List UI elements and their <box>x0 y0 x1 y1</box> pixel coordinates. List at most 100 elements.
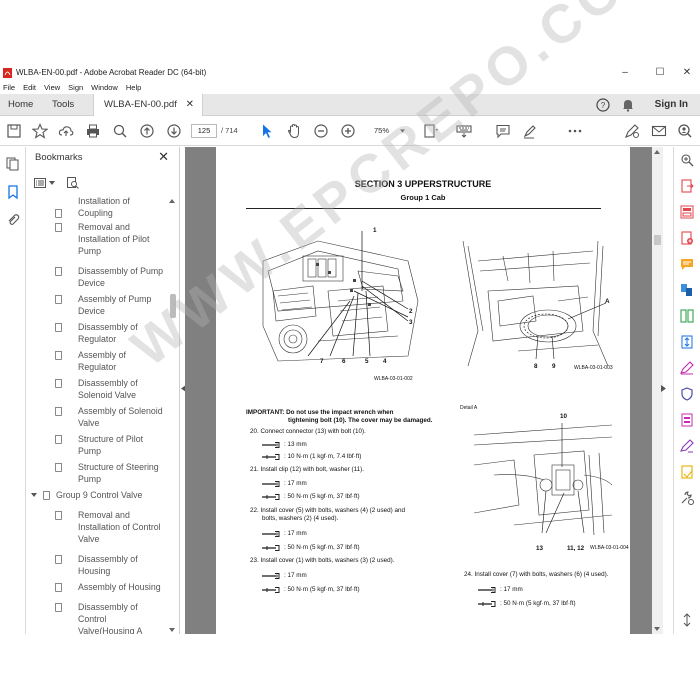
send-signature-icon[interactable] <box>680 439 694 453</box>
menu-sign[interactable]: Sign <box>68 83 83 92</box>
expand-right-panel-icon[interactable] <box>661 385 666 392</box>
zoom-out-icon[interactable] <box>313 123 329 139</box>
hand-tool-icon[interactable] <box>286 123 302 139</box>
compress-pdf-icon[interactable] <box>680 335 694 349</box>
bookmark-item[interactable]: Assembly of Pump Device <box>52 293 169 317</box>
bookmark-item[interactable]: Group 9 Control Valve <box>31 489 169 501</box>
menu-file[interactable]: File <box>3 83 15 92</box>
bookmark-item[interactable]: Disassembly of Solenoid Valve <box>52 377 169 401</box>
bookmarks-scrollbar[interactable] <box>169 197 176 634</box>
account-search-icon[interactable] <box>677 123 693 139</box>
callout-label: 13 <box>536 545 544 552</box>
bookmark-item[interactable]: Structure of Steering Pump <box>52 461 169 485</box>
search-tool-icon[interactable] <box>680 153 694 167</box>
previous-page-icon[interactable] <box>139 123 155 139</box>
bookmark-item[interactable]: Assembly of Regulator <box>52 349 169 373</box>
wrench-icon <box>262 573 280 579</box>
chevron-down-icon[interactable] <box>49 181 55 185</box>
keyboard-scroll-icon[interactable] <box>456 123 472 139</box>
tab-close-icon[interactable]: ✕ <box>186 94 194 116</box>
help-icon[interactable]: ? <box>595 97 611 113</box>
save-icon[interactable] <box>6 123 22 139</box>
more-tools-icon[interactable] <box>680 491 694 505</box>
collapse-tools-pane-icon[interactable] <box>680 613 694 627</box>
combine-files-icon[interactable] <box>680 283 694 297</box>
fit-page-icon[interactable] <box>423 123 439 139</box>
protect-shield-icon[interactable] <box>680 387 694 401</box>
export-pdf-icon[interactable] <box>680 179 694 193</box>
menu-edit[interactable]: Edit <box>23 83 36 92</box>
close-window-button[interactable]: ✕ <box>672 64 700 81</box>
bookmark-options-icon[interactable] <box>34 178 46 188</box>
bookmark-item[interactable]: Assembly of Solenoid Valve <box>52 405 169 429</box>
comment-icon[interactable] <box>495 123 511 139</box>
notification-bell-icon[interactable] <box>620 97 636 113</box>
callout-label: 2 <box>409 308 413 315</box>
scroll-up-arrow-icon[interactable] <box>654 150 660 154</box>
bookmarks-scroll-thumb[interactable] <box>170 294 176 318</box>
wrench-size: : 17 mm <box>284 480 307 487</box>
tab-document[interactable]: WLBA-EN-00.pdf ✕ <box>93 94 203 116</box>
torque-spec: : 50 N·m (5 kgf·m, 37 lbf·ft) <box>284 493 360 500</box>
callout-label: 4 <box>383 358 387 365</box>
maximize-button[interactable]: ☐ <box>645 64 675 81</box>
bookmark-icon <box>55 351 62 360</box>
sign-in-button[interactable]: Sign In <box>655 94 688 116</box>
bookmark-label: Group 9 Control Valve <box>56 490 143 500</box>
close-panel-icon[interactable]: ✕ <box>158 149 169 165</box>
fill-sign-icon[interactable] <box>624 123 640 139</box>
page-thumbnails-icon[interactable] <box>6 157 20 171</box>
tab-home[interactable]: Home <box>8 94 33 116</box>
attachments-paperclip-icon[interactable] <box>6 213 20 227</box>
bookmark-label: Valve <box>78 534 100 544</box>
bookmark-item[interactable]: Disassembly of Pump Device <box>52 265 169 289</box>
bookmark-item[interactable]: Assembly of Housing <box>52 581 169 593</box>
bookmark-item[interactable]: Disassembly of Control Valve(Housing A <box>52 601 169 634</box>
print-icon[interactable] <box>85 123 101 139</box>
step-text-continued: bolts, washers (2) (4 used). <box>262 515 339 522</box>
minimize-button[interactable]: – <box>610 64 640 81</box>
menu-help[interactable]: Help <box>126 83 141 92</box>
fill-sign-tool-icon[interactable] <box>680 361 694 375</box>
menu-view[interactable]: View <box>44 83 60 92</box>
group-title: Group 1 Cab <box>400 193 446 202</box>
zoom-search-icon[interactable] <box>112 123 128 139</box>
scroll-up-arrow-icon[interactable] <box>169 199 175 203</box>
bookmarks-panel-icon[interactable] <box>6 185 20 199</box>
highlight-pen-icon[interactable] <box>522 123 538 139</box>
tab-tools[interactable]: Tools <box>52 94 74 116</box>
document-scroll-thumb[interactable] <box>654 235 661 245</box>
find-bookmark-icon[interactable] <box>67 177 79 189</box>
scroll-down-arrow-icon[interactable] <box>169 628 175 632</box>
create-pdf-icon[interactable] <box>680 231 694 245</box>
torque-spec: : 50 N·m (5 kgf·m, 37 lbf·ft) <box>284 586 360 593</box>
bookmark-item[interactable]: Structure of Pilot Pump <box>52 433 169 457</box>
upload-cloud-icon[interactable] <box>58 123 74 139</box>
bookmark-icon <box>55 223 62 232</box>
next-page-icon[interactable] <box>166 123 182 139</box>
zoom-level-dropdown[interactable]: 75% <box>366 124 410 138</box>
edit-pdf-icon[interactable] <box>680 205 694 219</box>
bookmark-item[interactable]: Removal and Installation of Pilot Pump <box>52 221 169 257</box>
stamp-tool-icon[interactable] <box>680 465 694 479</box>
zoom-in-icon[interactable] <box>340 123 356 139</box>
figure-caption: WLBA-03-01-002 <box>374 376 413 382</box>
page-number-input[interactable]: 125 <box>191 124 217 138</box>
bookmark-item[interactable]: Disassembly of Regulator <box>52 321 169 345</box>
bookmark-item[interactable]: Removal and Installation of Control Valve <box>52 509 169 545</box>
menu-window[interactable]: Window <box>91 83 118 92</box>
email-icon[interactable] <box>651 123 667 139</box>
comment-tool-icon[interactable] <box>680 257 694 271</box>
scroll-down-arrow-icon[interactable] <box>654 627 660 631</box>
bookmark-item[interactable]: Installation of Coupling <box>52 197 169 219</box>
prepare-form-icon[interactable] <box>680 413 694 427</box>
chevron-down-icon[interactable] <box>31 493 37 497</box>
cab-interior-figure-illustration <box>462 241 609 366</box>
bookmarks-list: Installation of Coupling Removal and Instal… <box>26 197 169 634</box>
select-cursor-icon[interactable] <box>259 123 275 139</box>
bookmark-star-icon[interactable] <box>32 123 48 139</box>
bookmark-item[interactable]: Disassembly of Housing <box>52 553 169 577</box>
organize-pages-icon[interactable] <box>680 309 694 323</box>
document-viewport[interactable]: SECTION 3 UPPERSTRUCTURE Group 1 Cab 1 2… <box>185 147 663 634</box>
more-options-icon[interactable] <box>567 123 583 139</box>
